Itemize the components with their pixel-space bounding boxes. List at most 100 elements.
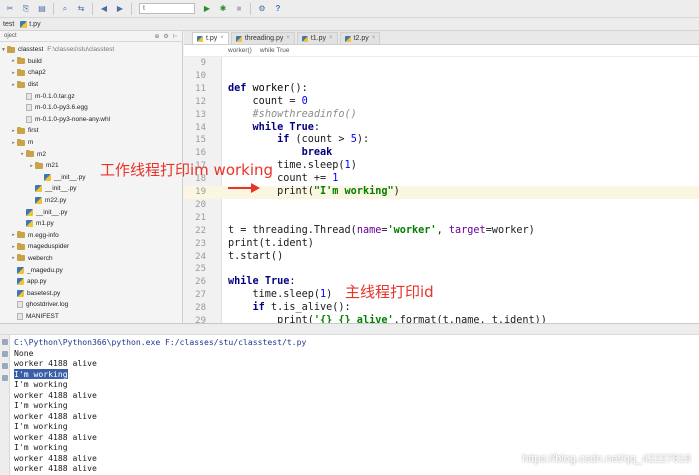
settings-icon[interactable]: ⚙ [163, 33, 168, 40]
expand-arrow-icon[interactable]: ▼ [0, 47, 7, 53]
copy-icon[interactable]: ⎘ [21, 4, 31, 14]
editor-tab[interactable]: t.py × [192, 32, 229, 44]
code-text: print('{} {} alive'.format(t.name, t.ide… [228, 315, 547, 323]
code-line[interactable]: 19 print("I'm working") [184, 186, 699, 199]
paste-icon[interactable]: ▤ [37, 4, 47, 14]
back-icon[interactable]: ◀ [99, 4, 109, 14]
rerun-icon[interactable] [1, 339, 8, 345]
code-line[interactable]: 13 #showthreadinfo() [184, 109, 699, 122]
breadcrumb-project[interactable]: test [0, 19, 17, 30]
scroll-end-icon[interactable] [1, 363, 8, 369]
tree-root[interactable]: ▼ classtest F:\classes\stu\classtest [0, 44, 182, 56]
toolbar-divider [250, 2, 251, 15]
tree-item[interactable]: ▸ weberch [0, 253, 182, 265]
tree-item[interactable]: m-0.1.0-py3.6.egg [0, 102, 182, 114]
sync-icon[interactable]: ⊕ [154, 33, 159, 40]
close-tab-icon[interactable]: × [286, 33, 290, 44]
code-line[interactable]: 10 [184, 70, 699, 83]
code-text: if t.is_alive(): [252, 302, 351, 314]
tree-item[interactable]: ghostdriver.log [0, 299, 182, 311]
close-tab-icon[interactable]: × [372, 33, 376, 44]
help-icon[interactable]: ? [273, 4, 283, 14]
tree-item[interactable]: m-0.1.0-py3-none-any.whl [0, 114, 182, 126]
tree-item[interactable]: __init__.py [0, 183, 182, 195]
expand-arrow-icon[interactable]: ▸ [10, 255, 17, 261]
line-number: 27 [195, 290, 206, 301]
editor-tab-label: t2.py [353, 35, 369, 42]
console-output[interactable]: C:\Python\Python366\python.exe F:/classe… [14, 337, 306, 474]
code-line[interactable]: 26 while True: [184, 276, 699, 289]
code-line[interactable]: 23 print(t.ident) [184, 238, 699, 251]
expand-arrow-icon[interactable]: ▸ [10, 140, 17, 146]
python-file-icon [17, 278, 24, 286]
close-tab-icon[interactable]: × [220, 33, 224, 44]
expand-arrow-icon[interactable]: ▸ [10, 232, 17, 238]
folder-icon [17, 138, 25, 146]
tree-item[interactable]: _magedu.py [0, 264, 182, 276]
console-line-text: I'm working [14, 421, 68, 431]
cut-icon[interactable]: ✂ [5, 4, 15, 14]
tree-item[interactable]: ▸ mageduspider [0, 241, 182, 253]
code-line[interactable]: 22 t = threading.Thread(name='worker', ta… [184, 225, 699, 238]
editor-breadcrumb-block[interactable]: while True [260, 47, 290, 54]
annotation-arrow-icon [251, 183, 260, 193]
tree-item[interactable]: ▸ chap2 [0, 67, 182, 79]
code-line[interactable]: 12 count = 0 [184, 96, 699, 109]
editor-tab[interactable]: threading.py × [230, 32, 295, 44]
tree-item[interactable]: m1.py [0, 218, 182, 230]
console-line: worker 4188 alive [14, 453, 306, 464]
editor-tab[interactable]: t2.py × [339, 32, 381, 44]
code-line[interactable]: 15 if (count > 5): [184, 134, 699, 147]
file-icon [17, 312, 23, 320]
stop-icon[interactable]: ■ [234, 4, 244, 14]
code-area[interactable]: 9 10 11 def worker(): 12 count = 0 13 #showth… [184, 57, 699, 323]
folder-icon [17, 126, 25, 134]
editor-tab[interactable]: t1.py × [296, 32, 338, 44]
expand-arrow-icon[interactable]: ▸ [10, 244, 17, 250]
expand-arrow-icon[interactable]: ▸ [10, 70, 17, 76]
tree-item[interactable]: ▸ m [0, 137, 182, 149]
code-line[interactable]: 27 time.sleep(1) [184, 289, 699, 302]
code-line[interactable]: 24 t.start() [184, 251, 699, 264]
run-config-select[interactable]: t [139, 3, 195, 14]
forward-icon[interactable]: ▶ [115, 4, 125, 14]
code-line[interactable]: 9 [184, 57, 699, 70]
breadcrumb-file[interactable]: t.py [17, 19, 43, 30]
code-line[interactable]: 29 print('{} {} alive'.format(t.name, t.… [184, 315, 699, 323]
close-tab-icon[interactable]: × [329, 33, 333, 44]
tree-item[interactable]: basetest.py [0, 287, 182, 299]
expand-arrow-icon[interactable]: ▸ [10, 82, 17, 88]
code-line[interactable]: 25 [184, 263, 699, 276]
tree-item[interactable]: __init__.py [0, 206, 182, 218]
expand-arrow-icon[interactable]: ▸ [28, 163, 35, 169]
find-icon[interactable]: ⌕ [60, 4, 70, 14]
tree-item[interactable]: ▸ first [0, 125, 182, 137]
tree-item[interactable]: app.py [0, 276, 182, 288]
code-line[interactable]: 11 def worker(): [184, 83, 699, 96]
debug-icon[interactable]: ✱ [218, 4, 228, 14]
code-line[interactable]: 21 [184, 212, 699, 225]
expand-arrow-icon[interactable]: ▸ [10, 128, 17, 134]
print-icon[interactable] [1, 375, 8, 381]
tree-item[interactable]: m-0.1.0.tar.gz [0, 90, 182, 102]
tree-item[interactable]: MANIFEST [0, 311, 182, 323]
line-number: 20 [195, 199, 206, 210]
hide-panel-icon[interactable]: ⊢ [173, 33, 178, 40]
tree-item[interactable]: ▸ build [0, 56, 182, 68]
stop-console-icon[interactable] [1, 351, 8, 357]
tree-item[interactable]: m22.py [0, 195, 182, 207]
code-line[interactable]: 20 [184, 199, 699, 212]
tree-item[interactable]: ▸ m.egg-info [0, 230, 182, 242]
code-line[interactable]: 28 if t.is_alive(): [184, 302, 699, 315]
replace-icon[interactable]: ⇆ [76, 4, 86, 14]
tree-item[interactable]: ▸ dist [0, 79, 182, 91]
editor-breadcrumb-function[interactable]: worker() [228, 47, 252, 54]
settings-icon[interactable]: ⚙ [257, 4, 267, 14]
code-line[interactable]: 14 while True: [184, 122, 699, 135]
line-number: 24 [195, 251, 206, 262]
expand-arrow-icon[interactable]: ▸ [19, 151, 26, 157]
python-file-icon [344, 35, 351, 42]
folder-icon [17, 242, 25, 250]
run-icon[interactable]: ▶ [202, 4, 212, 14]
expand-arrow-icon[interactable]: ▸ [10, 58, 17, 64]
